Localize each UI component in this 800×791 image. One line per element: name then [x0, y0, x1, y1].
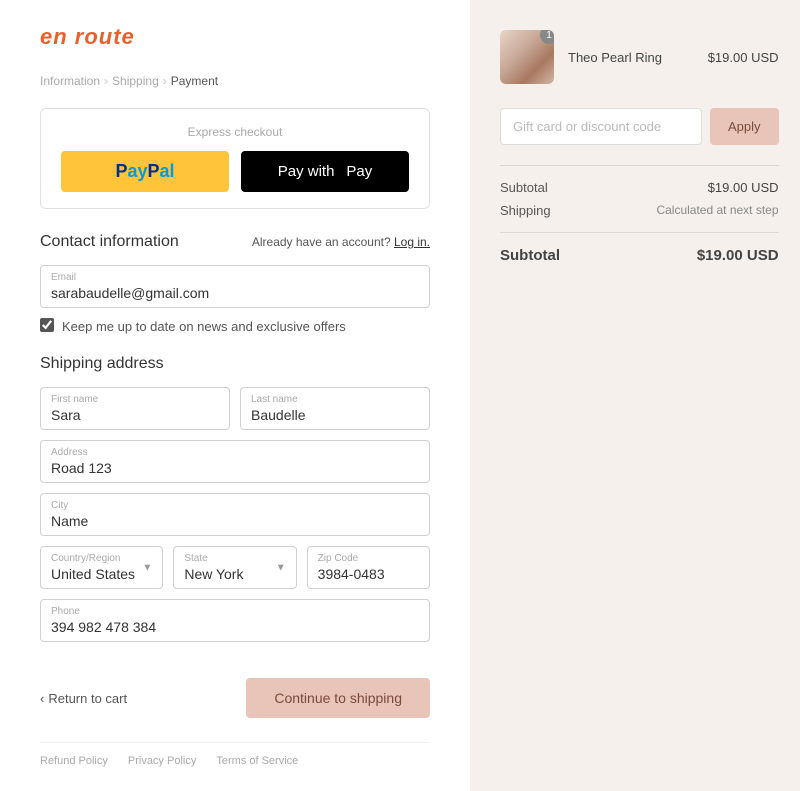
- total-value: $19.00 USD: [697, 247, 779, 264]
- discount-row: Apply: [500, 108, 779, 145]
- applepay-text-label: Pay with: [278, 163, 335, 180]
- paypal-button[interactable]: PayPal: [61, 151, 229, 192]
- chevron-left-icon: ‹: [40, 691, 44, 706]
- breadcrumb-sep-2: ›: [163, 74, 167, 88]
- last-name-group: Last name: [240, 387, 430, 430]
- applepay-button[interactable]: Pay with Pay: [241, 151, 409, 192]
- phone-group: Phone: [40, 599, 430, 642]
- login-prompt: Already have an account? Log in.: [252, 235, 430, 249]
- total-label: Subtotal: [500, 247, 560, 264]
- page-footer: Refund Policy Privacy Policy Terms of Se…: [40, 742, 430, 767]
- address-label: Address: [51, 447, 419, 458]
- breadcrumb-shipping[interactable]: Shipping: [112, 74, 159, 88]
- zip-label: Zip Code: [318, 553, 419, 564]
- continue-to-shipping-button[interactable]: Continue to shipping: [246, 678, 430, 718]
- breadcrumb-sep-1: ›: [104, 74, 108, 88]
- order-summary-panel: 1 Theo Pearl Ring $19.00 USD Apply Subto…: [470, 0, 800, 791]
- express-checkout-box: Express checkout PayPal Pay with Pay: [40, 108, 430, 209]
- express-checkout-label: Express checkout: [61, 125, 409, 139]
- last-name-label: Last name: [251, 394, 419, 405]
- item-info: Theo Pearl Ring: [568, 50, 694, 65]
- address-group: Address: [40, 440, 430, 483]
- shipping-row: Shipping Calculated at next step: [500, 203, 779, 218]
- subtotal-label: Subtotal: [500, 180, 548, 195]
- footer-actions: ‹ Return to cart Continue to shipping: [40, 662, 430, 718]
- refund-policy-link[interactable]: Refund Policy: [40, 755, 108, 767]
- country-select[interactable]: United States: [51, 566, 152, 582]
- breadcrumb-payment: Payment: [171, 74, 218, 88]
- email-field-group: Email: [40, 265, 430, 308]
- price-breakdown: Subtotal $19.00 USD Shipping Calculated …: [500, 165, 779, 218]
- breadcrumb: Information › Shipping › Payment: [40, 74, 430, 88]
- phone-label: Phone: [51, 606, 419, 617]
- applepay-text-suffix: Pay: [346, 163, 372, 180]
- newsletter-row: Keep me up to date on news and exclusive…: [40, 318, 430, 335]
- subtotal-value: $19.00 USD: [708, 180, 779, 195]
- zip-input[interactable]: [318, 566, 419, 582]
- privacy-policy-link[interactable]: Privacy Policy: [128, 755, 196, 767]
- country-label: Country/Region: [51, 553, 152, 564]
- newsletter-checkbox[interactable]: [40, 318, 54, 332]
- first-name-group: First name: [40, 387, 230, 430]
- first-name-input[interactable]: [51, 407, 219, 423]
- total-row: Subtotal $19.00 USD: [500, 232, 779, 264]
- shipping-value: Calculated at next step: [656, 203, 778, 218]
- address-input[interactable]: [51, 460, 419, 476]
- last-name-input[interactable]: [251, 407, 419, 423]
- order-item: 1 Theo Pearl Ring $19.00 USD: [500, 30, 779, 84]
- breadcrumb-information[interactable]: Information: [40, 74, 100, 88]
- subtotal-row: Subtotal $19.00 USD: [500, 180, 779, 195]
- shipping-label: Shipping: [500, 203, 551, 218]
- country-group: Country/Region United States ▼: [40, 546, 163, 589]
- discount-input[interactable]: [500, 108, 702, 145]
- state-select[interactable]: New York: [184, 566, 285, 582]
- phone-input[interactable]: [51, 619, 419, 635]
- newsletter-label: Keep me up to date on news and exclusive…: [62, 319, 346, 334]
- terms-of-service-link[interactable]: Terms of Service: [216, 755, 298, 767]
- contact-section-title: Contact information: [40, 233, 179, 251]
- state-group: State New York ▼: [173, 546, 296, 589]
- return-to-cart-link[interactable]: ‹ Return to cart: [40, 691, 127, 706]
- item-thumbnail: 1: [500, 30, 554, 84]
- state-label: State: [184, 553, 285, 564]
- item-name: Theo Pearl Ring: [568, 50, 694, 65]
- first-name-label: First name: [51, 394, 219, 405]
- email-label: Email: [51, 272, 419, 283]
- logo: en route: [40, 24, 430, 50]
- apply-discount-button[interactable]: Apply: [710, 108, 779, 145]
- city-label: City: [51, 500, 419, 511]
- paypal-icon: PayPal: [115, 161, 174, 182]
- email-input[interactable]: [51, 285, 419, 301]
- item-price: $19.00 USD: [708, 50, 779, 65]
- city-input[interactable]: [51, 513, 419, 529]
- contact-section: Contact information Already have an acco…: [40, 233, 430, 335]
- shipping-section: Shipping address First name Last name: [40, 355, 430, 642]
- city-group: City: [40, 493, 430, 536]
- zip-group: Zip Code: [307, 546, 430, 589]
- login-link[interactable]: Log in.: [394, 235, 430, 249]
- shipping-section-title: Shipping address: [40, 355, 430, 373]
